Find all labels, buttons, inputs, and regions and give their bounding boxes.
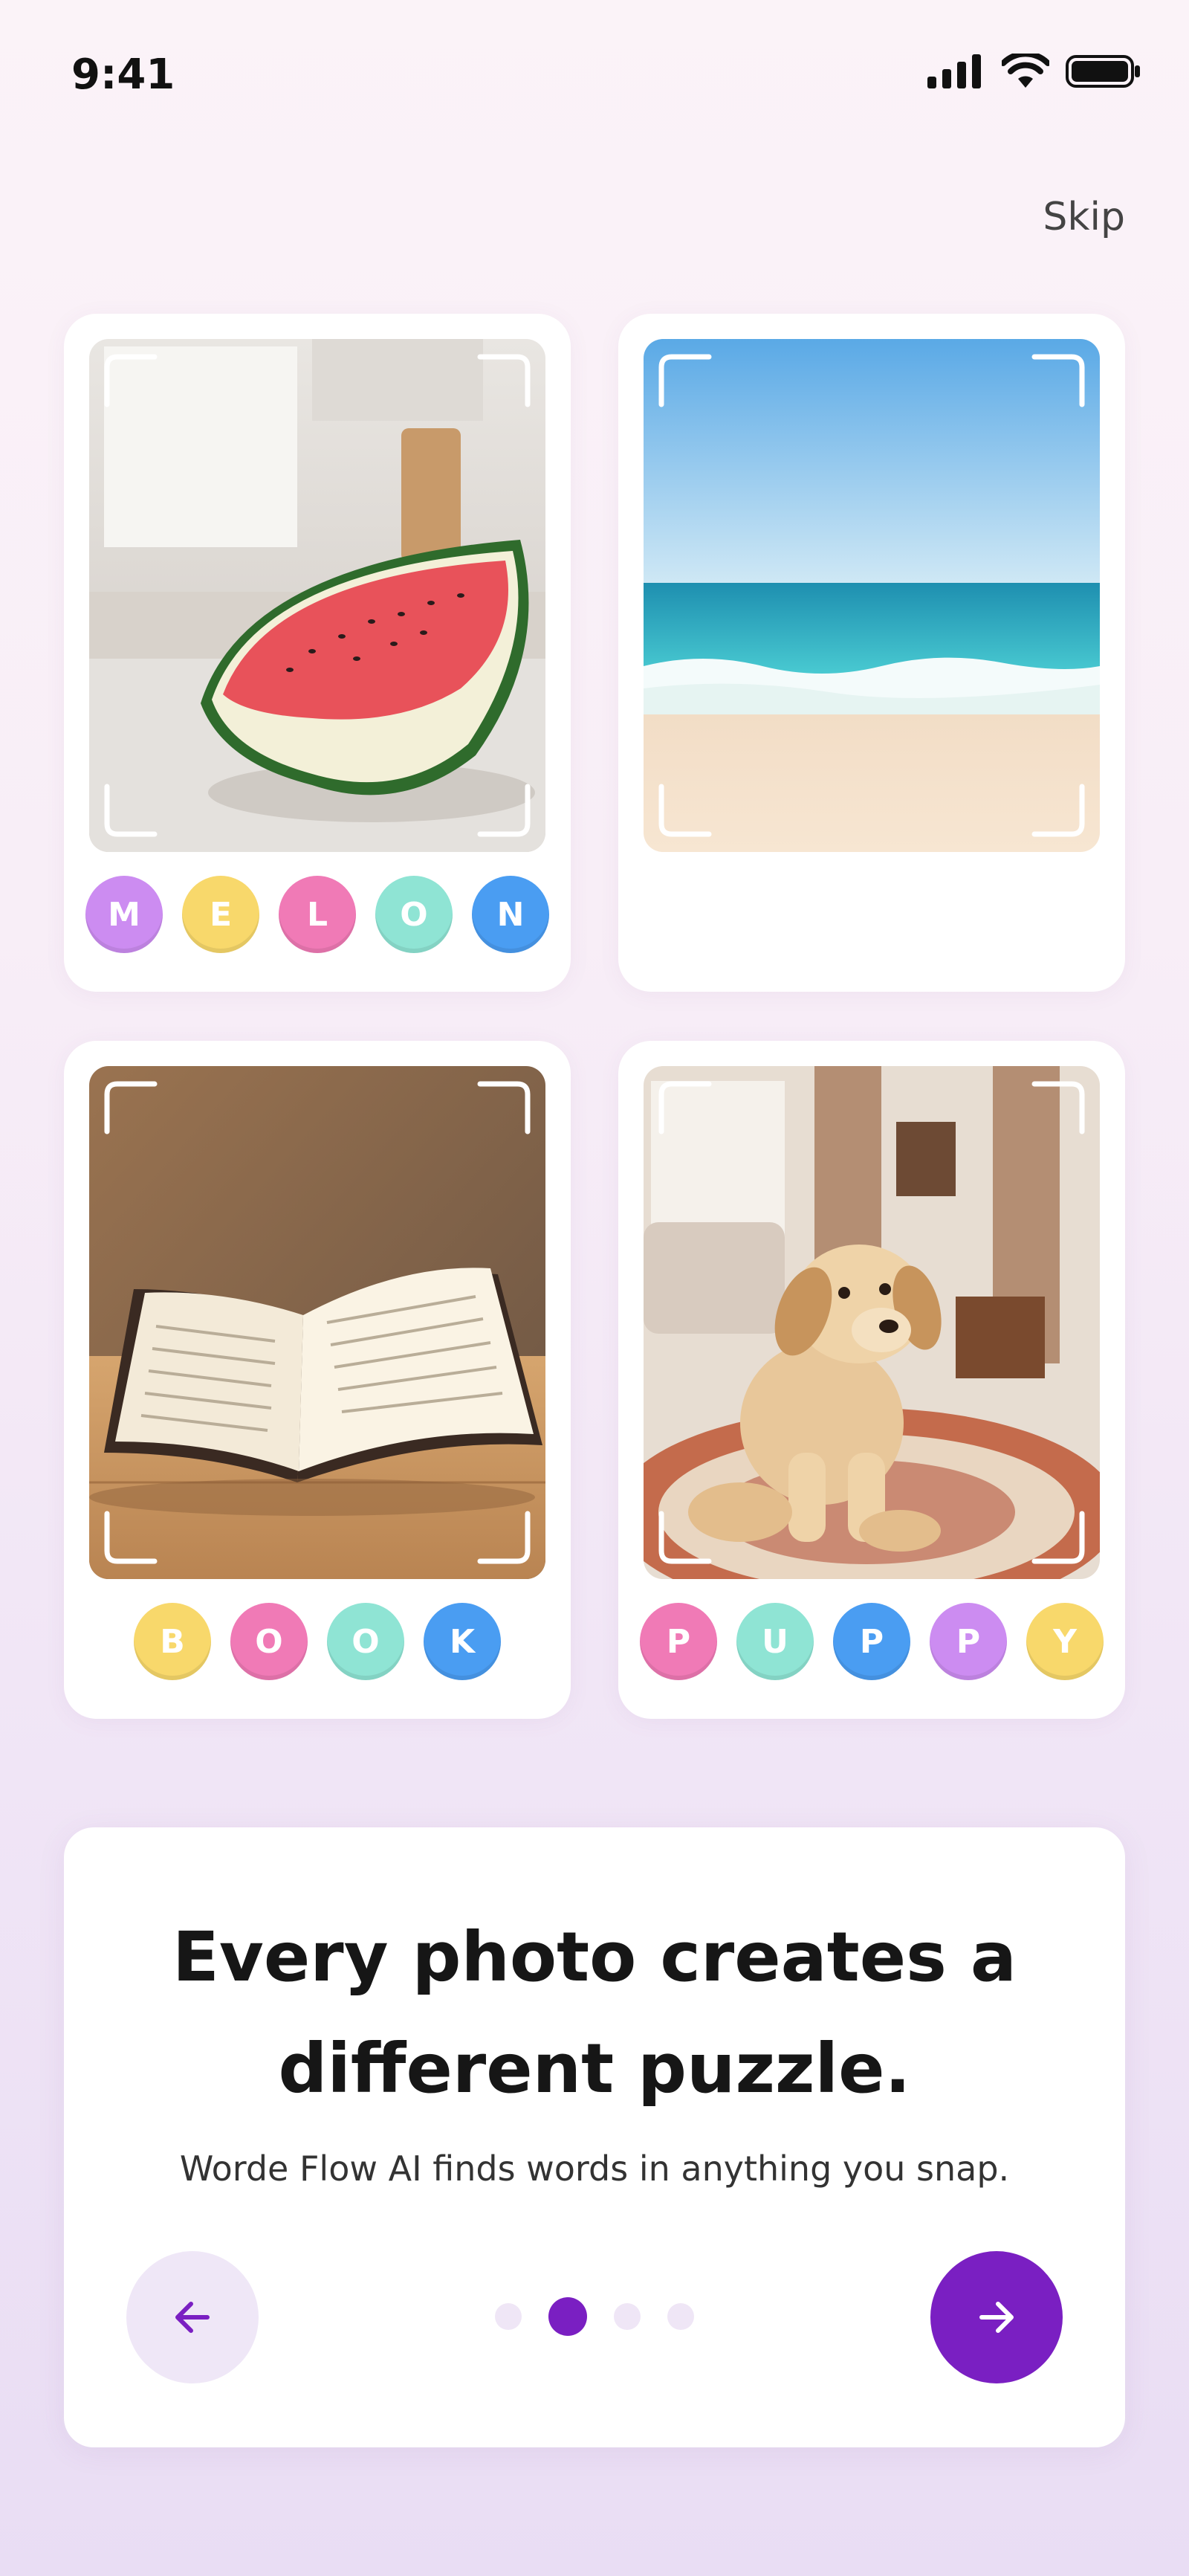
letter-tiles: B O O K	[64, 1603, 571, 1680]
letter-tile: K	[424, 1603, 501, 1680]
subtitle: Worde Flow AI finds words in anything yo…	[179, 2149, 1010, 2189]
letter-tile: L	[279, 876, 356, 953]
status-icons	[927, 54, 1141, 89]
letter-tile: B	[134, 1603, 211, 1680]
letter-tiles: P U P P Y	[618, 1603, 1125, 1680]
page-dot[interactable]	[667, 2303, 694, 2330]
letter-tile: E	[182, 876, 259, 953]
wifi-icon	[1002, 54, 1049, 88]
signal-icon	[927, 54, 981, 88]
photo-card-book[interactable]: B O O K	[64, 1041, 571, 1719]
letter-tile: O	[375, 876, 453, 953]
scan-frame-icon	[104, 1081, 531, 1564]
letter-tiles: M E L O N	[64, 876, 571, 953]
skip-button[interactable]: Skip	[1043, 195, 1125, 239]
page-dot[interactable]	[614, 2303, 641, 2330]
letter-tile: P	[640, 1603, 717, 1680]
letter-tile: M	[85, 876, 163, 953]
scan-frame-icon	[658, 354, 1085, 837]
onboarding-panel: Every photo creates a different puzzle. …	[64, 1827, 1125, 2447]
photo-card-puppy[interactable]: P U P P Y	[618, 1041, 1125, 1719]
page-dot-active[interactable]	[548, 2297, 587, 2336]
letter-tile: O	[230, 1603, 308, 1680]
puppy-photo	[644, 1066, 1100, 1579]
letter-tile: U	[736, 1603, 814, 1680]
letter-tile: Y	[1026, 1603, 1104, 1680]
scan-frame-icon	[658, 1081, 1085, 1564]
battery-icon	[1066, 55, 1140, 88]
book-photo	[89, 1066, 545, 1579]
letter-tile: O	[327, 1603, 404, 1680]
letter-tile: P	[833, 1603, 910, 1680]
photo-card-melon[interactable]: M E L O N	[64, 314, 571, 992]
status-time: 9:41	[71, 51, 175, 99]
letter-tile: P	[930, 1603, 1007, 1680]
watermelon-photo	[89, 339, 545, 852]
page-dot[interactable]	[495, 2303, 522, 2330]
headline: Every photo creates a different puzzle.	[172, 1917, 1017, 2108]
photo-card-beach[interactable]	[618, 314, 1125, 992]
scan-frame-icon	[104, 354, 531, 837]
next-button[interactable]	[930, 2251, 1063, 2383]
beach-photo	[644, 339, 1100, 852]
letter-tile: N	[472, 876, 549, 953]
arrow-right-icon	[979, 2302, 1014, 2333]
